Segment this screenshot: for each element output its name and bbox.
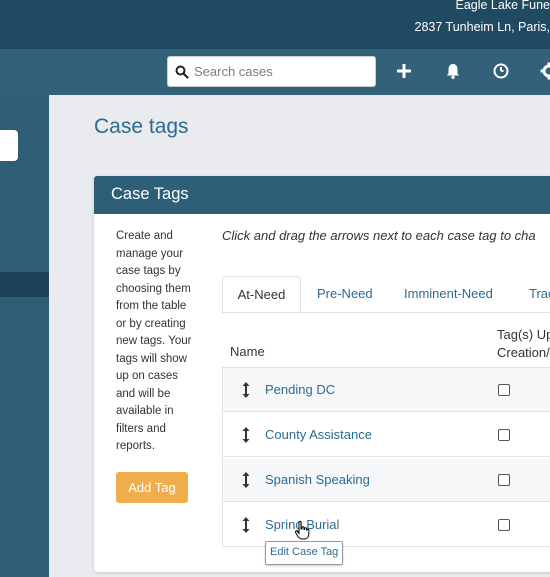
sidebar-item-active[interactable]	[0, 272, 49, 297]
tab-label: Trac	[529, 286, 550, 301]
org-name: Eagle Lake Fune	[455, 0, 550, 12]
intro-line: from the table	[116, 300, 187, 312]
drag-handle-icon[interactable]	[241, 516, 251, 534]
intro-line: choosing them	[116, 282, 191, 295]
drag-handle-icon[interactable]	[241, 381, 251, 399]
search-icon	[175, 65, 189, 79]
column-header-tags: Tag(s) Up Creation/	[497, 326, 550, 362]
tag-name-link[interactable]: County Assistance	[265, 427, 372, 442]
tag-name-link[interactable]: Spanish Speaking	[265, 472, 370, 487]
intro-line: filters and	[116, 422, 166, 435]
intro-line: or by creating	[116, 317, 186, 330]
tag-checkbox[interactable]	[498, 474, 510, 486]
page-title: Case tags	[94, 115, 189, 138]
tab-at-need[interactable]: At-Need	[222, 276, 301, 313]
intro-line: tags will show	[116, 352, 187, 365]
sidebar-field[interactable]	[0, 130, 18, 161]
table-row: County Assistance	[222, 413, 550, 457]
intro-line: manage your	[116, 247, 184, 260]
tab-pre-need[interactable]: Pre-Need	[317, 276, 373, 313]
search-box[interactable]	[167, 56, 376, 87]
tab-label: At-Need	[237, 287, 286, 302]
hand-cursor-icon	[294, 520, 310, 540]
panel-title: Case Tags	[111, 185, 189, 203]
intro-line: and will be	[116, 387, 171, 400]
org-address: 2837 Tunheim Ln, Paris,	[414, 20, 550, 34]
intro-line: case tags by	[116, 265, 181, 277]
edit-tooltip: Edit Case Tag	[265, 541, 344, 565]
gear-icon[interactable]	[540, 62, 550, 80]
tag-checkbox[interactable]	[498, 519, 510, 531]
tag-checkbox[interactable]	[498, 384, 510, 396]
table-row: Spanish Speaking	[222, 458, 550, 502]
column-header-tags-line2: Creation/	[497, 345, 550, 360]
search-input[interactable]	[194, 57, 369, 86]
add-tag-button[interactable]: Add Tag	[116, 472, 188, 503]
tab-label: Imminent-Need	[404, 286, 493, 301]
table-row: Pending DC	[222, 368, 550, 412]
intro-line: available in	[116, 405, 174, 417]
drag-handle-icon[interactable]	[241, 426, 251, 444]
tab-trac[interactable]: Trac	[529, 276, 550, 313]
top-bar: Eagle Lake Fune 2837 Tunheim Ln, Paris,	[0, 0, 550, 49]
tabs-divider	[222, 312, 550, 313]
intro-line: up on cases	[116, 370, 179, 382]
column-header-tags-line1: Tag(s) Up	[497, 327, 550, 342]
drag-handle-icon[interactable]	[241, 471, 251, 489]
bell-icon[interactable]	[444, 62, 462, 80]
intro-text: Create and manage your case tags by choosin…	[116, 228, 192, 456]
intro-line: new tags. Your	[116, 335, 192, 347]
sidebar	[0, 95, 49, 577]
intro-line: Create and	[116, 230, 173, 242]
column-header-name: Name	[230, 344, 265, 359]
tag-name-link[interactable]: Pending DC	[265, 382, 335, 397]
tab-imminent-need[interactable]: Imminent-Need	[404, 276, 493, 313]
instructions-text: Click and drag the arrows next to each c…	[222, 228, 536, 243]
tab-label: Pre-Need	[317, 286, 373, 301]
intro-line: reports.	[116, 440, 155, 452]
tag-checkbox[interactable]	[498, 429, 510, 441]
clock-icon[interactable]	[492, 62, 510, 80]
plus-icon[interactable]	[395, 62, 413, 80]
